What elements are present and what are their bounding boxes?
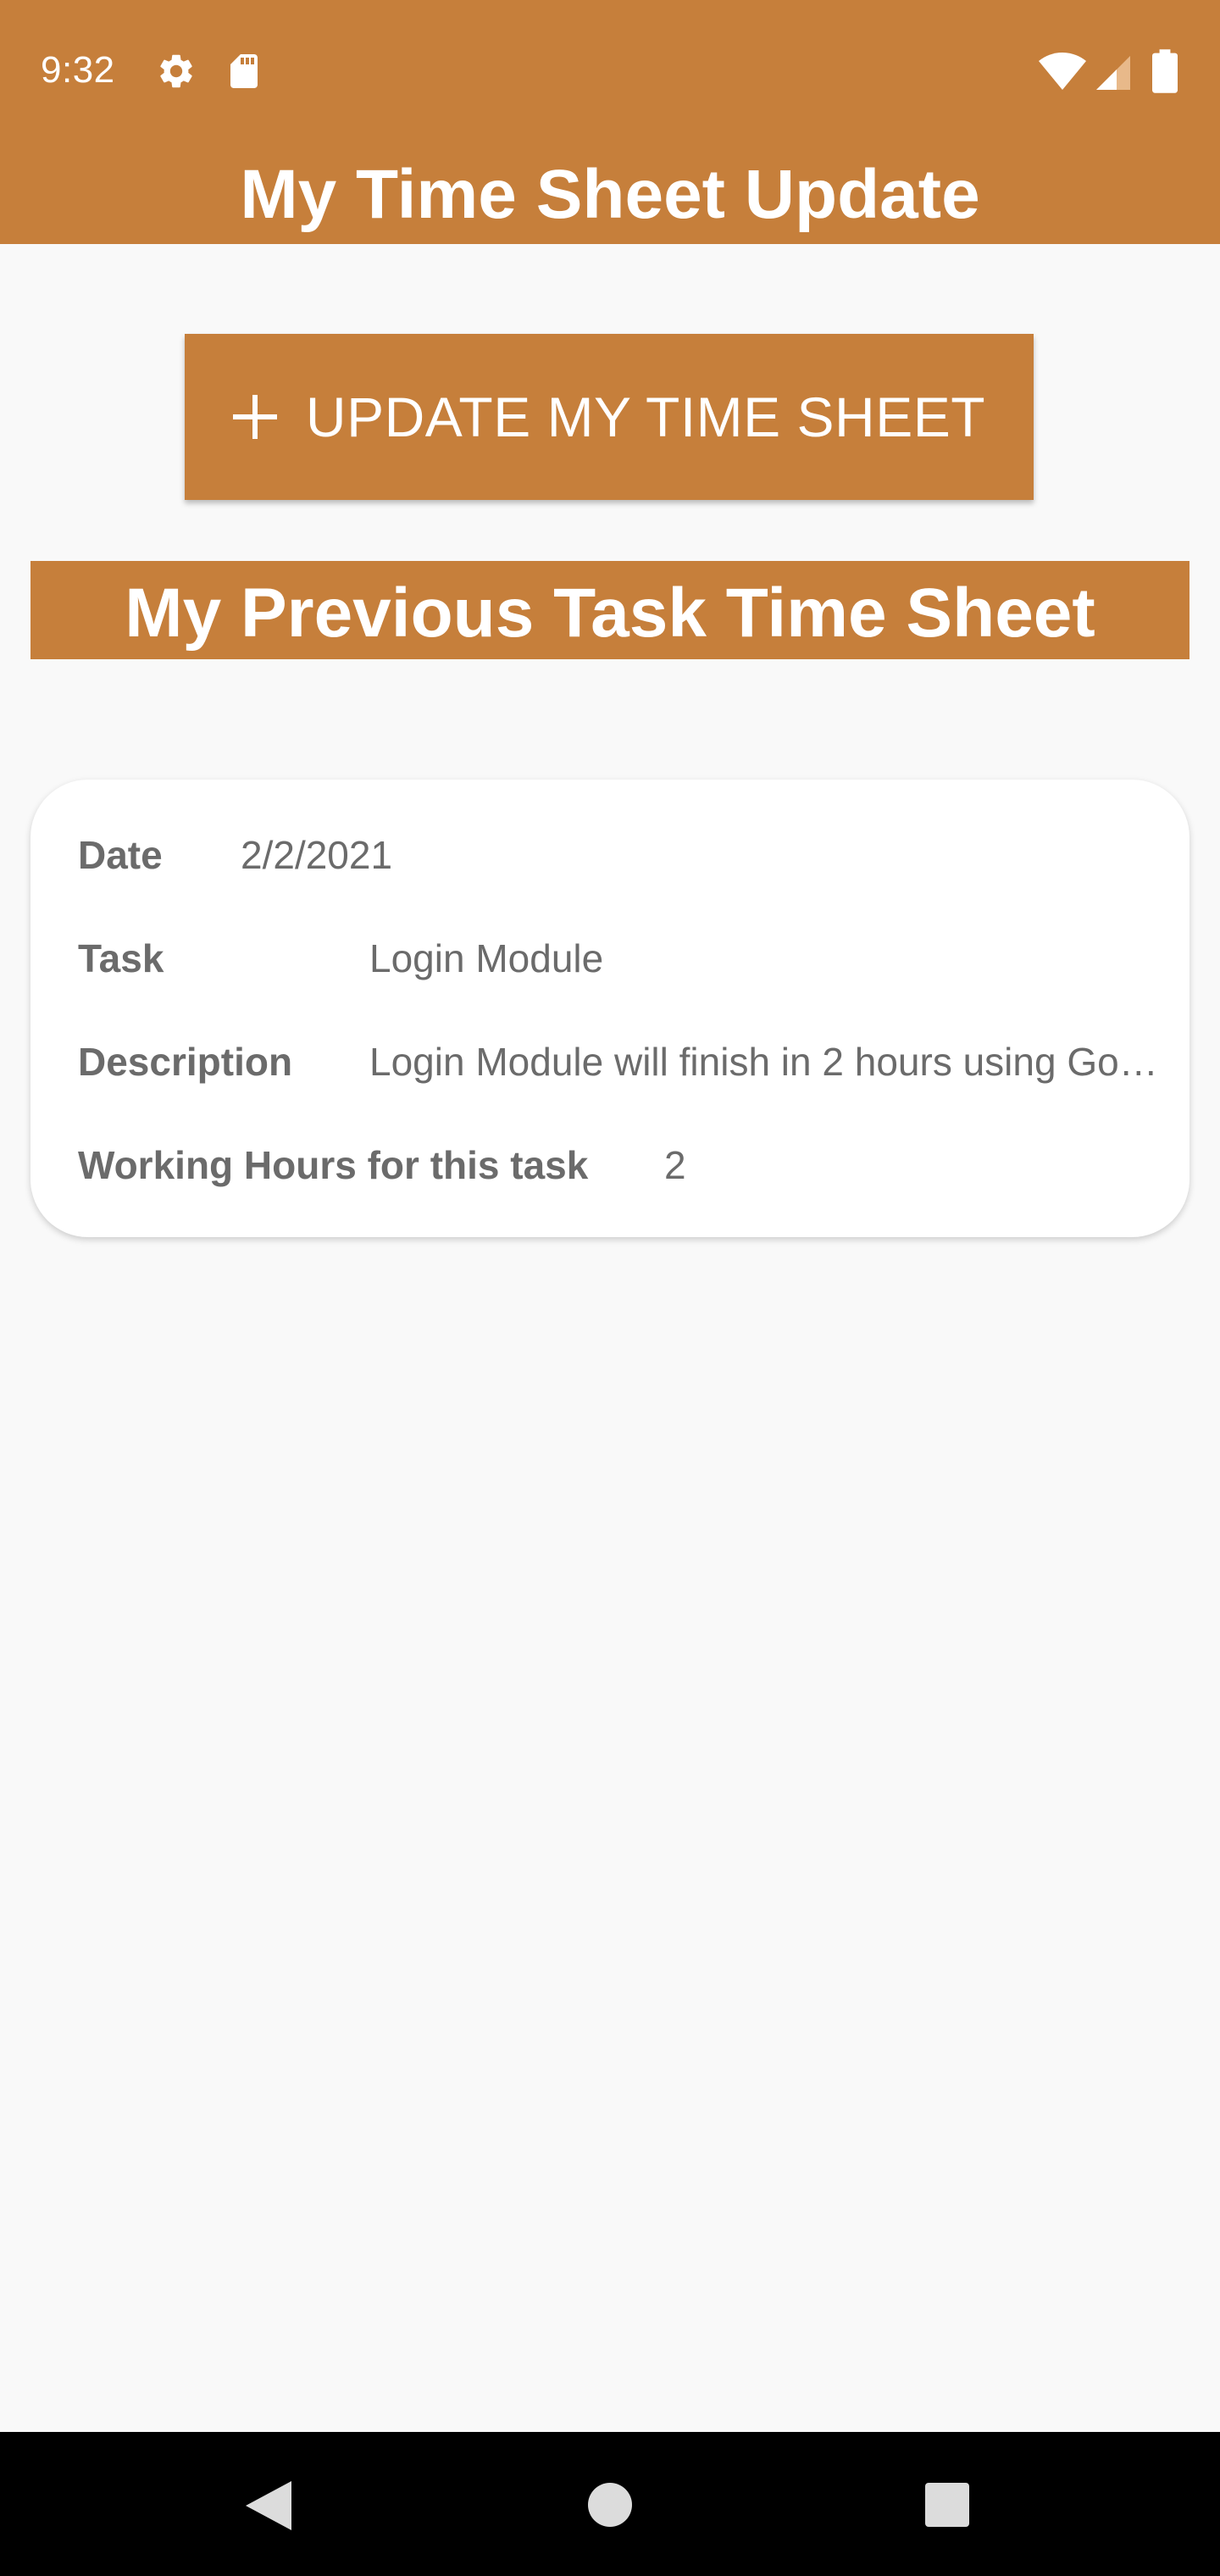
home-icon[interactable]: [588, 2483, 632, 2527]
description-label: Description: [78, 1040, 293, 1084]
task-label: Task: [78, 936, 164, 980]
sd-card-icon: [230, 54, 258, 88]
battery-icon: [1152, 49, 1178, 93]
update-timesheet-button[interactable]: UPDATE MY TIME SHEET: [185, 334, 1034, 500]
recents-icon[interactable]: [925, 2483, 969, 2527]
app-header: 9:32 My Time Sheet Update: [0, 0, 1220, 244]
wifi-icon: [1039, 53, 1086, 90]
hours-label: Working Hours for this task: [78, 1143, 589, 1187]
task-row: Task Login Module: [78, 935, 603, 981]
signal-icon: [1096, 56, 1130, 90]
previous-timesheet-heading: My Previous Task Time Sheet: [30, 561, 1190, 659]
date-row: Date 2/2/2021: [78, 832, 392, 878]
app-title: My Time Sheet Update: [240, 156, 980, 233]
plus-icon: [232, 395, 277, 439]
navigation-bar: [0, 2432, 1220, 2576]
update-timesheet-label: UPDATE MY TIME SHEET: [305, 386, 986, 448]
status-time: 9:32: [41, 49, 115, 91]
hours-value: 2: [664, 1143, 686, 1187]
description-row: Description Login Module will finish in …: [78, 1039, 1174, 1085]
description-value: Login Module will finish in 2 hours usin…: [369, 1040, 1174, 1084]
back-icon[interactable]: [246, 2481, 291, 2530]
hours-row: Working Hours for this task 2: [78, 1142, 686, 1188]
date-label: Date: [78, 833, 163, 877]
date-value: 2/2/2021: [241, 833, 393, 877]
task-value: Login Module: [369, 936, 604, 980]
gear-icon: [160, 54, 192, 88]
timesheet-card[interactable]: Date 2/2/2021 Task Login Module Descript…: [30, 780, 1190, 1237]
